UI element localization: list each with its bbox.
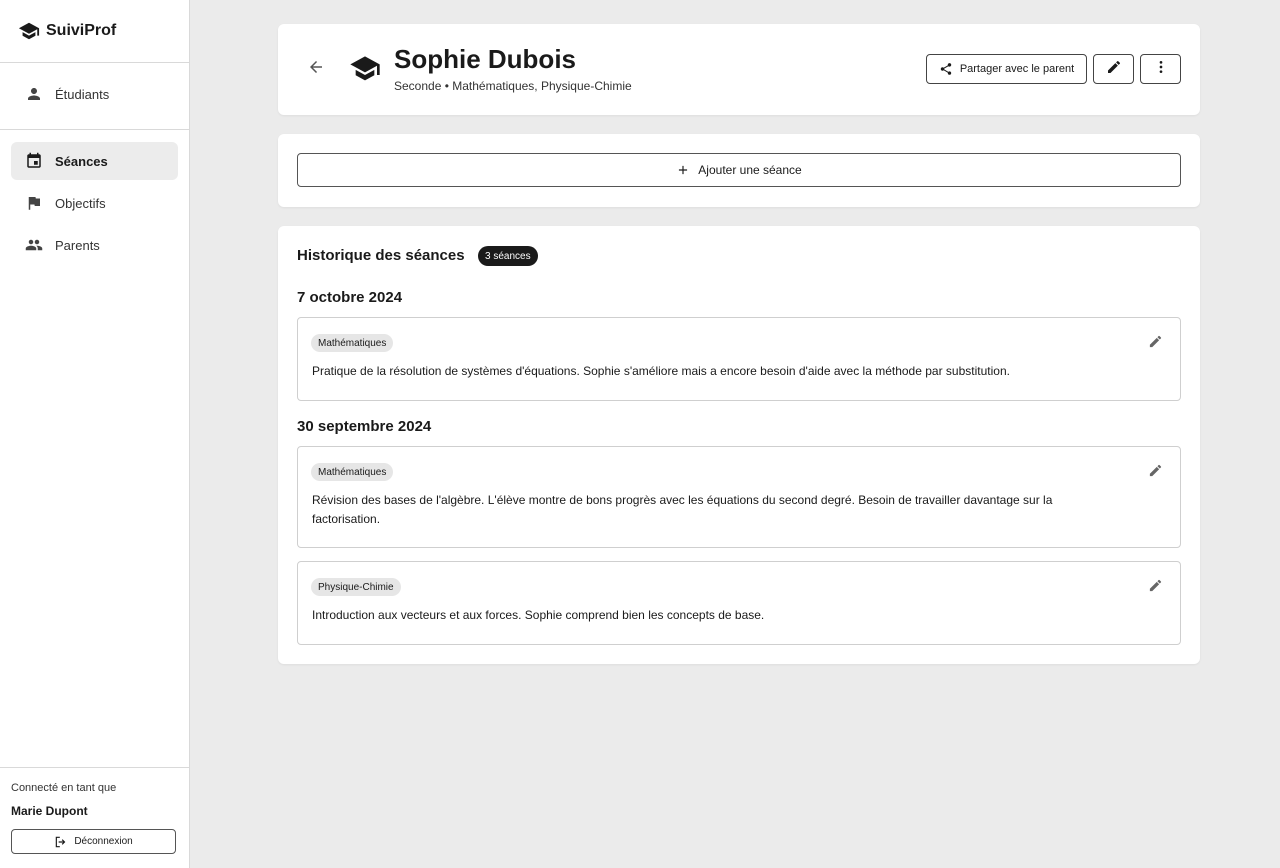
sidebar-item-label: Parents [55,237,100,253]
subject-tag: Mathématiques [311,334,394,352]
sidebar-item-objectifs[interactable]: Objectifs [11,184,178,222]
sidebar-item-label: Objectifs [55,195,106,211]
edit-session-button[interactable] [1146,464,1164,482]
connected-label: Connecté en tant que [11,782,117,794]
more-options-button[interactable] [1140,54,1181,84]
app-name: SuiviProf [46,22,117,39]
logout-label: Déconnexion [74,836,133,847]
add-session-card: Ajouter une séance [278,134,1200,207]
edit-session-button[interactable] [1146,579,1164,597]
sidebar-item-seances[interactable]: Séances [11,142,178,180]
session-notes: Introduction aux vecteurs et aux forces.… [312,608,765,622]
people-icon [25,236,43,254]
subject-tag: Mathématiques [311,463,394,481]
graduation-cap-icon [18,20,40,42]
calendar-icon [25,152,43,170]
add-session-label: Ajouter une séance [698,163,802,177]
session-history: Historique des séances 3 séances 7 octob… [278,226,1200,664]
sidebar-item-etudiants[interactable]: Étudiants [11,75,178,113]
flag-icon [25,194,43,212]
date-heading: 30 septembre 2024 [297,418,432,435]
student-subtitle: Seconde • Mathématiques, Physique-Chimie [394,79,632,93]
session-notes: Pratique de la résolution de systèmes d'… [312,364,1010,378]
logout-button[interactable]: Déconnexion [11,829,176,854]
pencil-icon [1106,59,1122,80]
session-item: Mathématiques Pratique de la résolution … [297,317,1181,401]
back-button[interactable] [306,59,326,79]
share-icon [939,62,953,76]
session-item: Physique-Chimie Introduction aux vecteur… [297,561,1181,645]
history-title: Historique des séances [297,247,465,264]
student-header: Sophie Dubois Seconde • Mathématiques, P… [278,24,1200,115]
sidebar: SuiviProf Étudiants Séances Objectifs Pa… [0,0,190,868]
session-notes: Révision des bases de l'algèbre. L'élève… [312,493,1053,526]
user-name: Marie Dupont [11,804,88,818]
session-item: Mathématiques Révision des bases de l'al… [297,446,1181,548]
pencil-icon [1148,334,1163,354]
more-vertical-icon [1153,59,1169,80]
sidebar-item-parents[interactable]: Parents [11,226,178,264]
person-icon [25,85,43,103]
arrow-left-icon [307,58,325,81]
share-with-parent-button[interactable]: Partager avec le parent [926,54,1087,84]
brand[interactable]: SuiviProf [0,0,189,63]
session-count-badge: 3 séances [478,246,538,266]
logout-icon [54,835,68,849]
add-session-button[interactable]: Ajouter une séance [297,153,1181,187]
date-heading: 7 octobre 2024 [297,289,403,306]
plus-icon [676,163,690,177]
pencil-icon [1148,463,1163,483]
edit-session-button[interactable] [1146,335,1164,353]
edit-student-button[interactable] [1093,54,1134,84]
graduation-cap-icon [349,55,381,83]
sidebar-item-label: Étudiants [55,86,110,102]
pencil-icon [1148,578,1163,598]
sidebar-item-label: Séances [55,153,108,169]
page-title: Sophie Dubois [394,44,576,74]
share-label: Partager avec le parent [959,63,1075,75]
subject-tag: Physique-Chimie [311,578,401,596]
sidebar-footer: Connecté en tant que Marie Dupont Déconn… [0,767,189,868]
